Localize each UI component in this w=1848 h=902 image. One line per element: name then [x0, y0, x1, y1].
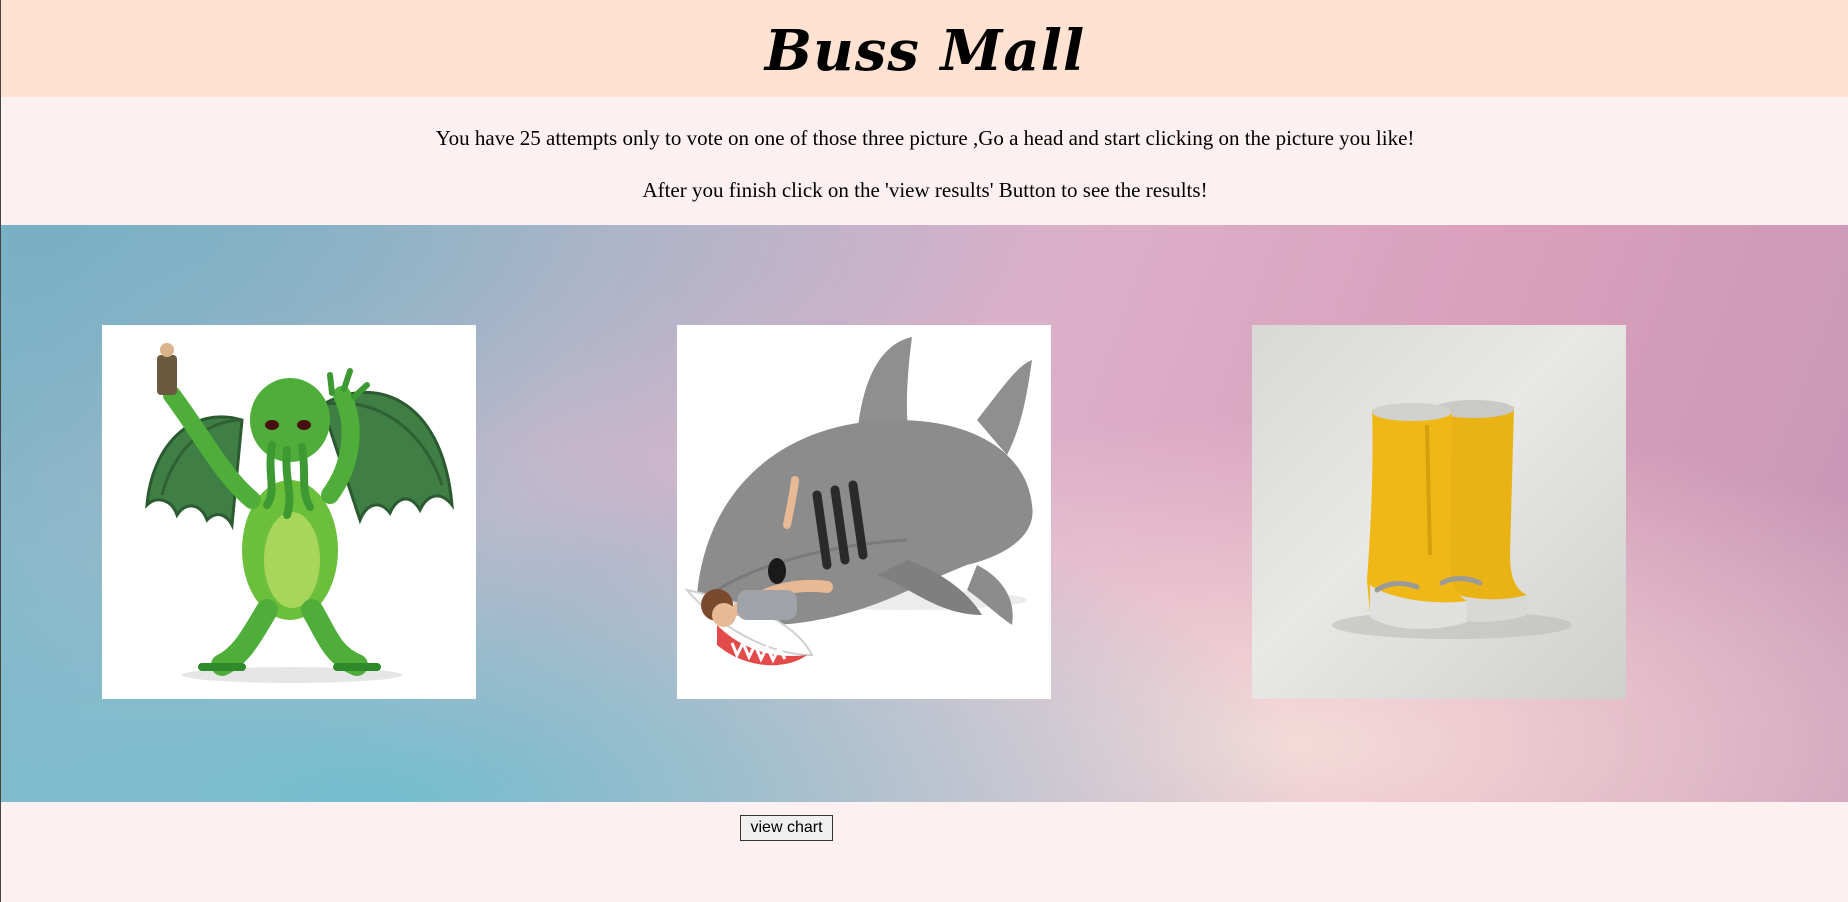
cthulhu-figure-image — [145, 343, 454, 683]
site-header: Buss Mall — [1, 0, 1848, 97]
product-image-shark[interactable] — [677, 325, 1051, 699]
yellow-boots-image — [1332, 400, 1572, 639]
product-image-cthulhu[interactable] — [102, 325, 476, 699]
product-gallery — [1, 225, 1848, 802]
view-chart-button[interactable]: view chart — [740, 815, 833, 841]
instructions: You have 25 attempts only to vote on one… — [1, 97, 1848, 225]
shark-sleeping-bag-image — [684, 337, 1033, 666]
instructions-line-1: You have 25 attempts only to vote on one… — [435, 126, 1415, 150]
results-area: view chart — [1, 802, 1848, 902]
product-image-boots[interactable] — [1252, 325, 1626, 699]
page: Buss Mall You have 25 attempts only to v… — [0, 0, 1848, 902]
page-title: Buss Mall — [764, 18, 1086, 84]
instructions-line-2: After you finish click on the 'view resu… — [642, 178, 1208, 202]
